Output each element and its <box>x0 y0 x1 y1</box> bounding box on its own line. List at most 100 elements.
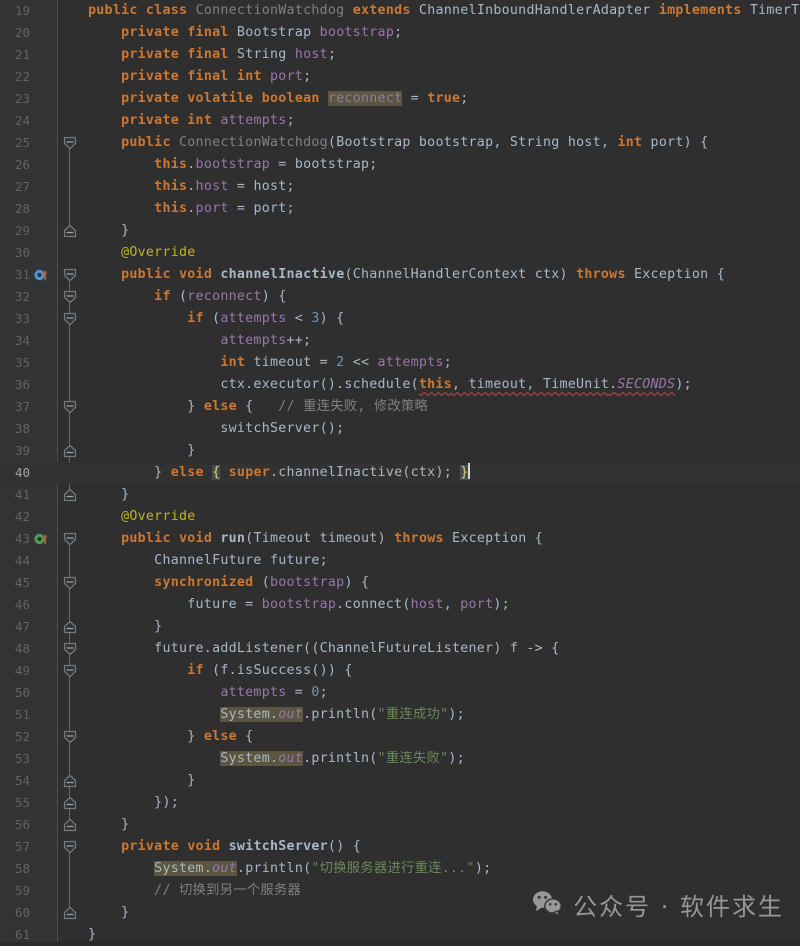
code-line-text[interactable]: if (f.isSuccess()) { <box>88 660 353 682</box>
code-line[interactable]: 54 } <box>0 770 800 792</box>
code-line-text[interactable]: this.host = host; <box>88 176 295 198</box>
code-line[interactable]: 49 if (f.isSuccess()) { <box>0 660 800 682</box>
code-line[interactable]: 47 } <box>0 616 800 638</box>
code-line[interactable]: 35 int timeout = 2 << attempts; <box>0 352 800 374</box>
line-number[interactable]: 53 <box>0 748 30 770</box>
code-line-text[interactable]: } <box>88 616 162 638</box>
code-line[interactable]: 34 attempts++; <box>0 330 800 352</box>
code-line-text[interactable]: System.out.println("重连成功"); <box>88 704 465 726</box>
code-line[interactable]: 32 if (reconnect) { <box>0 286 800 308</box>
line-number[interactable]: 32 <box>0 286 30 308</box>
code-line-text[interactable]: if (reconnect) { <box>88 286 287 308</box>
code-line-text[interactable]: @Override <box>88 506 196 528</box>
line-number[interactable]: 56 <box>0 814 30 836</box>
line-number[interactable]: 49 <box>0 660 30 682</box>
line-number[interactable]: 31 <box>0 264 30 286</box>
code-line[interactable]: 57 private void switchServer() { <box>0 836 800 858</box>
line-number[interactable]: 38 <box>0 418 30 440</box>
line-number[interactable]: 30 <box>0 242 30 264</box>
code-line[interactable]: 38 switchServer(); <box>0 418 800 440</box>
code-line[interactable]: 45 synchronized (bootstrap) { <box>0 572 800 594</box>
code-editor[interactable]: 19 public class ConnectionWatchdog extend… <box>0 0 800 942</box>
line-number[interactable]: 51 <box>0 704 30 726</box>
code-line-text[interactable]: public class ConnectionWatchdog extends … <box>88 0 800 22</box>
code-line-text[interactable]: int timeout = 2 << attempts; <box>88 352 452 374</box>
code-line[interactable]: 51 System.out.println("重连成功"); <box>0 704 800 726</box>
code-line[interactable]: 61} <box>0 924 800 946</box>
code-line-text[interactable]: System.out.println("切换服务器进行重连..."); <box>88 858 491 880</box>
line-number[interactable]: 29 <box>0 220 30 242</box>
code-line[interactable]: 31 public void channelInactive(ChannelHa… <box>0 264 800 286</box>
code-line[interactable]: 29 } <box>0 220 800 242</box>
code-line-text[interactable]: ChannelFuture future; <box>88 550 328 572</box>
code-line-text[interactable]: @Override <box>88 242 196 264</box>
line-number[interactable]: 26 <box>0 154 30 176</box>
code-line[interactable]: 36 ctx.executor().schedule(this, timeout… <box>0 374 800 396</box>
code-line-text[interactable]: } <box>88 924 96 946</box>
line-number[interactable]: 40 <box>0 462 30 484</box>
line-number[interactable]: 59 <box>0 880 30 902</box>
code-line[interactable]: 55 }); <box>0 792 800 814</box>
line-number[interactable]: 60 <box>0 902 30 924</box>
line-number[interactable]: 39 <box>0 440 30 462</box>
code-line[interactable]: 24 private int attempts; <box>0 110 800 132</box>
line-number[interactable]: 33 <box>0 308 30 330</box>
code-line-text[interactable]: ctx.executor().schedule(this, timeout, T… <box>88 374 692 396</box>
line-number[interactable]: 41 <box>0 484 30 506</box>
code-line[interactable]: 43 public void run(Timeout timeout) thro… <box>0 528 800 550</box>
code-line-text[interactable]: } else { <box>88 726 253 748</box>
line-number[interactable]: 43 <box>0 528 30 550</box>
code-line[interactable]: 25 public ConnectionWatchdog(Bootstrap b… <box>0 132 800 154</box>
line-number[interactable]: 50 <box>0 682 30 704</box>
line-number[interactable]: 42 <box>0 506 30 528</box>
code-line-text[interactable]: this.bootstrap = bootstrap; <box>88 154 378 176</box>
code-line-text[interactable]: }); <box>88 792 179 814</box>
line-number[interactable]: 24 <box>0 110 30 132</box>
line-number[interactable]: 25 <box>0 132 30 154</box>
line-number[interactable]: 27 <box>0 176 30 198</box>
code-line-text[interactable]: } <box>88 220 129 242</box>
line-number[interactable]: 34 <box>0 330 30 352</box>
code-line-text[interactable]: } else { // 重连失败, 修改策略 <box>88 396 428 418</box>
code-line-text[interactable]: attempts++; <box>88 330 311 352</box>
line-number[interactable]: 21 <box>0 44 30 66</box>
line-number[interactable]: 20 <box>0 22 30 44</box>
code-line-text[interactable]: } <box>88 484 129 506</box>
code-line-text[interactable]: this.port = port; <box>88 198 295 220</box>
line-number[interactable]: 22 <box>0 66 30 88</box>
code-line-text[interactable]: private final Bootstrap bootstrap; <box>88 22 402 44</box>
line-number[interactable]: 35 <box>0 352 30 374</box>
code-line[interactable]: 21 private final String host; <box>0 44 800 66</box>
code-line[interactable]: 59 // 切换到另一个服务器 <box>0 880 800 902</box>
line-number[interactable]: 23 <box>0 88 30 110</box>
code-line-text[interactable]: public void run(Timeout timeout) throws … <box>88 528 543 550</box>
code-line-text[interactable]: synchronized (bootstrap) { <box>88 572 369 594</box>
code-line-text[interactable]: private volatile boolean reconnect = tru… <box>88 88 469 110</box>
code-line[interactable]: 26 this.bootstrap = bootstrap; <box>0 154 800 176</box>
code-line[interactable]: 27 this.host = host; <box>0 176 800 198</box>
code-line-text[interactable]: private int attempts; <box>88 110 295 132</box>
code-line[interactable]: 48 future.addListener((ChannelFutureList… <box>0 638 800 660</box>
code-line[interactable]: 53 System.out.println("重连失败"); <box>0 748 800 770</box>
code-line-text[interactable]: } <box>88 814 129 836</box>
code-line[interactable]: 44 ChannelFuture future; <box>0 550 800 572</box>
code-line[interactable]: 42 @Override <box>0 506 800 528</box>
code-line-text[interactable]: public ConnectionWatchdog(Bootstrap boot… <box>88 132 708 154</box>
code-line[interactable]: 19 public class ConnectionWatchdog extend… <box>0 0 800 22</box>
code-line-text[interactable]: System.out.println("重连失败"); <box>88 748 465 770</box>
code-line[interactable]: 41 } <box>0 484 800 506</box>
line-number[interactable]: 54 <box>0 770 30 792</box>
line-number[interactable]: 61 <box>0 924 30 946</box>
code-line[interactable]: 52 } else { <box>0 726 800 748</box>
code-line-text[interactable]: private final String host; <box>88 44 336 66</box>
code-line[interactable]: 56 } <box>0 814 800 836</box>
code-line[interactable]: 23 private volatile boolean reconnect = … <box>0 88 800 110</box>
code-line[interactable]: 30 @Override <box>0 242 800 264</box>
line-number[interactable]: 47 <box>0 616 30 638</box>
code-line-text[interactable]: } <box>88 440 196 462</box>
code-line[interactable]: 58 System.out.println("切换服务器进行重连..."); <box>0 858 800 880</box>
code-line[interactable]: 60 } <box>0 902 800 924</box>
code-line-text[interactable]: attempts = 0; <box>88 682 328 704</box>
code-line-text[interactable]: switchServer(); <box>88 418 344 440</box>
line-number[interactable]: 37 <box>0 396 30 418</box>
